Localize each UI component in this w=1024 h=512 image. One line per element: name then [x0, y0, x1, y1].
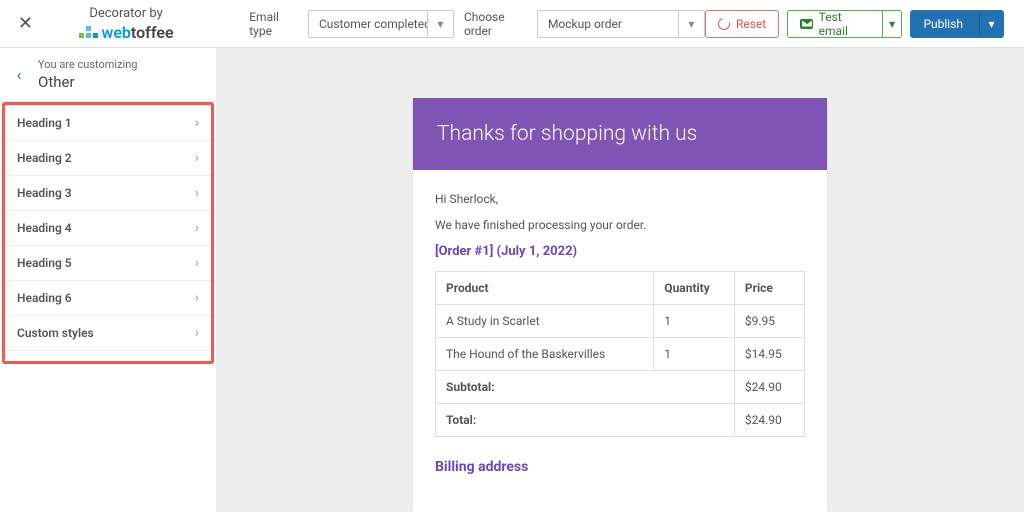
sidebar-option-label: Heading 4 — [17, 221, 72, 235]
brand-line: Decorator by — [43, 6, 209, 21]
table-row: The Hound of the Baskervilles1$14.95 — [436, 338, 805, 371]
test-email-split[interactable]: ▾ — [882, 11, 902, 37]
choose-order-value: Mockup order — [538, 11, 678, 37]
sidebar-option[interactable]: Heading 6 › — [5, 281, 211, 316]
publish-label: Publish — [923, 17, 973, 31]
cell-qty: 1 — [654, 305, 735, 338]
email-header: Thanks for shopping with us — [413, 98, 827, 170]
chevron-right-icon: › — [195, 220, 199, 236]
cell-qty: 1 — [654, 338, 735, 371]
chevron-right-icon: › — [195, 325, 199, 341]
email-type-select[interactable]: Customer completed or… ▾ — [308, 10, 454, 38]
billing-heading: Billing address — [435, 459, 805, 475]
sidebar-option[interactable]: Heading 4 › — [5, 211, 211, 246]
test-email-label: Test email — [819, 10, 876, 38]
order-table: Product Quantity Price A Study in Scarle… — [435, 271, 805, 437]
reset-button[interactable]: Reset — [705, 10, 779, 38]
total-label: Total: — [436, 404, 735, 437]
chevron-right-icon: › — [195, 185, 199, 201]
sidebar-option-label: Heading 5 — [17, 256, 72, 270]
reset-icon — [716, 15, 732, 31]
email-type-value: Customer completed or… — [309, 11, 427, 37]
mail-icon — [800, 19, 812, 29]
sidebar: ‹ You are customizing Other Heading 1›He… — [0, 48, 216, 512]
preview-area: Thanks for shopping with us Hi Sherlock,… — [216, 48, 1024, 512]
sidebar-option[interactable]: Heading 5 › — [5, 246, 211, 281]
sidebar-option-label: Heading 3 — [17, 186, 72, 200]
sidebar-option-label: Heading 2 — [17, 151, 72, 165]
email-type-label: Email type — [249, 10, 298, 38]
sidebar-option[interactable]: Heading 1 › — [5, 105, 211, 141]
chevron-right-icon: › — [195, 115, 199, 131]
sidebar-option-label: Custom styles — [17, 326, 94, 340]
panel-subtitle: You are customizing — [38, 58, 137, 71]
panel-title: Other — [38, 73, 137, 91]
chevron-down-icon: ▾ — [678, 11, 704, 37]
chevron-right-icon: › — [195, 290, 199, 306]
cell-product: A Study in Scarlet — [436, 305, 654, 338]
cell-price: $9.95 — [734, 305, 804, 338]
cell-product: The Hound of the Baskervilles — [436, 338, 654, 371]
sidebar-option[interactable]: Custom styles › — [5, 316, 211, 351]
email-line: We have finished processing your order. — [435, 218, 805, 232]
publish-button[interactable]: Publish ▾ — [910, 10, 1004, 38]
sidebar-option[interactable]: Heading 2 › — [5, 141, 211, 176]
publish-split[interactable]: ▾ — [979, 11, 1003, 37]
choose-order-select[interactable]: Mockup order ▾ — [537, 10, 705, 38]
options-highlight: Heading 1 › Heading 2 › Heading 3 › Heading 4 ›… — [2, 102, 214, 364]
chevron-down-icon: ▾ — [427, 11, 453, 37]
close-button[interactable]: ✕ — [8, 0, 43, 48]
email-greeting: Hi Sherlock, — [435, 192, 805, 206]
col-qty: Quantity — [654, 272, 735, 305]
chevron-right-icon: › — [195, 255, 199, 271]
sidebar-option[interactable]: Heading 3 › — [5, 176, 211, 211]
brand: Decorator by webtoffee — [43, 6, 209, 42]
sidebar-option-label: Heading 1 — [17, 116, 72, 130]
col-product: Product — [436, 272, 654, 305]
back-button[interactable]: ‹ — [0, 58, 38, 91]
chevron-right-icon: › — [195, 150, 199, 166]
col-price: Price — [734, 272, 804, 305]
sidebar-option-label: Heading 6 — [17, 291, 72, 305]
subtotal-value: $24.90 — [734, 371, 804, 404]
test-email-button[interactable]: Test email ▾ — [787, 10, 902, 38]
email-preview: Thanks for shopping with us Hi Sherlock,… — [413, 98, 827, 512]
brand-dots-icon — [79, 26, 98, 38]
choose-order-label: Choose order — [464, 10, 527, 38]
cell-price: $14.95 — [734, 338, 804, 371]
reset-label: Reset — [736, 17, 766, 31]
subtotal-label: Subtotal: — [436, 371, 735, 404]
total-value: $24.90 — [734, 404, 804, 437]
email-order-ref: [Order #1] (July 1, 2022) — [435, 244, 805, 259]
brand-name: webtoffee — [102, 23, 174, 42]
table-row: A Study in Scarlet1$9.95 — [436, 305, 805, 338]
